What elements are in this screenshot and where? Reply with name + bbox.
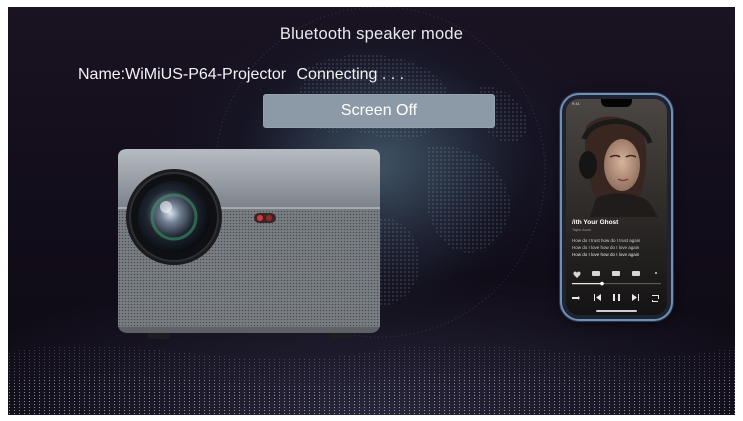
song-title: /ith Your Ghost: [572, 219, 619, 226]
lyric-line: How do I love how do I love again: [572, 245, 640, 250]
phone-illustration: 9:41 /ith Your Ghost Taylor Acorn How do…: [562, 95, 671, 319]
lyric-line: How do I love how do I love again: [572, 252, 640, 257]
home-indicator: [596, 310, 637, 312]
device-info: Name:WiMiUS-P64-Projector Connecting . .…: [78, 66, 404, 84]
mode-title: Bluetooth speaker mode: [279, 25, 464, 43]
projector-illustration: [118, 149, 380, 339]
connection-status: Connecting . . .: [296, 66, 405, 83]
lyric-line: How do I trust how do I trust again: [572, 238, 641, 243]
phone-notch: [601, 99, 632, 107]
phone-status-time: 9:41: [572, 101, 580, 106]
album-art-illustration: [566, 99, 667, 315]
bluetooth-speaker-screen: Bluetooth speaker mode Name:WiMiUS-P64-P…: [8, 7, 735, 415]
song-artist: Taylor Acorn: [572, 228, 592, 232]
device-name-label: Name:WiMiUS-P64-Projector: [78, 66, 287, 83]
screen-off-button[interactable]: Screen Off: [263, 94, 495, 128]
phone-screen: 9:41 /ith Your Ghost Taylor Acorn How do…: [566, 99, 667, 315]
